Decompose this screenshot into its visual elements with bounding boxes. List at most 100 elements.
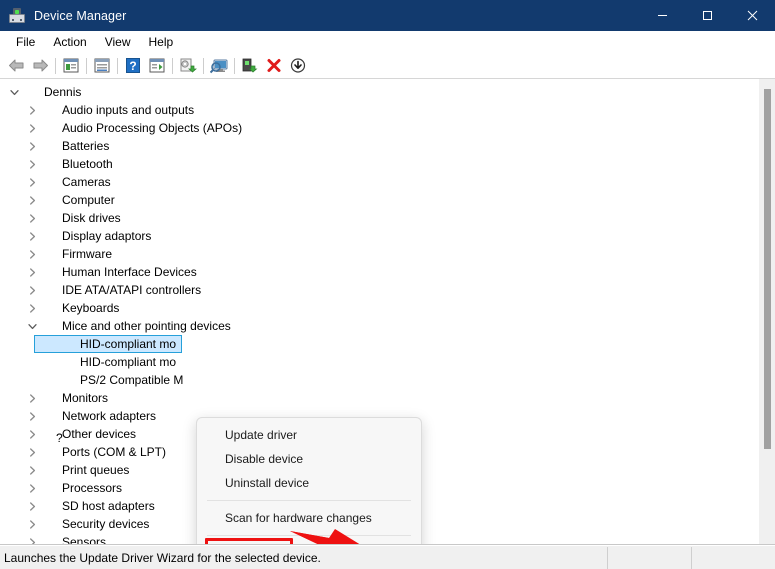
- security-device-icon: [40, 516, 56, 532]
- show-hide-action-pane-icon[interactable]: [145, 55, 169, 77]
- menu-file[interactable]: File: [7, 32, 44, 52]
- chevron-down-icon[interactable]: [6, 83, 22, 101]
- tree-leaf-spacer: [42, 335, 58, 353]
- chevron-right-icon[interactable]: [24, 425, 40, 443]
- svg-text:?: ?: [129, 59, 136, 73]
- hid-icon: [40, 264, 56, 280]
- processor-icon: [40, 480, 56, 496]
- status-divider: [691, 546, 692, 569]
- tree-item[interactable]: PS/2 Compatible M: [0, 371, 758, 389]
- menu-bar: File Action View Help: [0, 31, 775, 53]
- chevron-right-icon[interactable]: [24, 173, 40, 191]
- chevron-right-icon[interactable]: [24, 443, 40, 461]
- menu-view[interactable]: View: [96, 32, 140, 52]
- tree-item-selected[interactable]: HID-compliant mo: [0, 335, 758, 353]
- chevron-right-icon[interactable]: [24, 101, 40, 119]
- chevron-right-icon[interactable]: [24, 191, 40, 209]
- tree-item-label: Human Interface Devices: [62, 265, 197, 279]
- disk-drive-icon: [40, 210, 56, 226]
- tree-item-label: Disk drives: [62, 211, 121, 225]
- sensor-icon: [40, 534, 56, 544]
- tree-item[interactable]: Disk drives: [0, 209, 758, 227]
- tree-item-label: HID-compliant mo: [80, 337, 177, 351]
- chevron-down-icon[interactable]: [24, 317, 40, 335]
- tree-item[interactable]: Keyboards: [0, 299, 758, 317]
- tree-item[interactable]: Mice and other pointing devices: [0, 317, 758, 335]
- vertical-scrollbar[interactable]: [758, 79, 775, 544]
- menu-action[interactable]: Action: [44, 32, 95, 52]
- tree-leaf-spacer: [42, 371, 58, 389]
- display-adapter-icon: [40, 228, 56, 244]
- tree-item-label: Dennis: [44, 85, 82, 99]
- mouse-icon: [58, 354, 74, 370]
- scan-for-hardware-changes-icon[interactable]: [207, 55, 231, 77]
- keyboard-icon: [40, 300, 56, 316]
- show-hide-console-tree-icon[interactable]: [59, 55, 83, 77]
- tree-item[interactable]: Firmware: [0, 245, 758, 263]
- context-menu-separator: [207, 535, 411, 536]
- chevron-right-icon[interactable]: [24, 281, 40, 299]
- close-button[interactable]: [730, 0, 775, 31]
- context-menu[interactable]: Update driver Disable device Uninstall d…: [196, 417, 422, 544]
- tree-item[interactable]: Monitors: [0, 389, 758, 407]
- tree-item[interactable]: Audio inputs and outputs: [0, 101, 758, 119]
- context-menu-item-disable-device[interactable]: Disable device: [197, 447, 421, 471]
- tree-item-label: Display adaptors: [62, 229, 152, 243]
- bluetooth-icon: [40, 156, 56, 172]
- chevron-right-icon[interactable]: [24, 533, 40, 544]
- firmware-chip-icon: [40, 246, 56, 262]
- chevron-right-icon[interactable]: [24, 137, 40, 155]
- device-manager-window: Device Manager File Action View Help ? D…: [0, 0, 775, 569]
- chevron-right-icon[interactable]: [24, 461, 40, 479]
- computer-root-icon: [22, 84, 38, 100]
- properties-icon[interactable]: [90, 55, 114, 77]
- disable-device-icon[interactable]: [286, 55, 310, 77]
- tree-item[interactable]: Dennis: [0, 83, 758, 101]
- chevron-right-icon[interactable]: [24, 497, 40, 515]
- speaker-icon: [40, 102, 56, 118]
- tree-item[interactable]: HID-compliant mo: [0, 353, 758, 371]
- chevron-right-icon[interactable]: [24, 389, 40, 407]
- status-divider: [607, 546, 608, 569]
- tree-item-label: Cameras: [62, 175, 111, 189]
- toolbar-separator: [234, 57, 235, 74]
- chevron-right-icon[interactable]: [24, 299, 40, 317]
- context-menu-item-properties[interactable]: Properties: [197, 541, 421, 544]
- tree-item[interactable]: IDE ATA/ATAPI controllers: [0, 281, 758, 299]
- tree-item[interactable]: Audio Processing Objects (APOs): [0, 119, 758, 137]
- update-driver-icon[interactable]: [176, 55, 200, 77]
- enable-device-icon[interactable]: [238, 55, 262, 77]
- back-icon[interactable]: [4, 55, 28, 77]
- chevron-right-icon[interactable]: [24, 479, 40, 497]
- tree-item-label: SD host adapters: [62, 499, 155, 513]
- menu-help[interactable]: Help: [140, 32, 183, 52]
- chevron-right-icon[interactable]: [24, 227, 40, 245]
- window-title: Device Manager: [34, 8, 127, 23]
- speaker-icon: [40, 120, 56, 136]
- scrollbar-thumb[interactable]: [764, 89, 771, 449]
- chevron-right-icon[interactable]: [24, 245, 40, 263]
- tree-item[interactable]: Bluetooth: [0, 155, 758, 173]
- context-menu-item-scan-for-hardware-changes[interactable]: Scan for hardware changes: [197, 506, 421, 530]
- toolbar-separator: [117, 57, 118, 74]
- chevron-right-icon[interactable]: [24, 155, 40, 173]
- tree-item-label: Keyboards: [62, 301, 120, 315]
- chevron-right-icon[interactable]: [24, 515, 40, 533]
- tree-item[interactable]: Human Interface Devices: [0, 263, 758, 281]
- chevron-right-icon[interactable]: [24, 119, 40, 137]
- help-icon[interactable]: ?: [121, 55, 145, 77]
- context-menu-item-uninstall-device[interactable]: Uninstall device: [197, 471, 421, 495]
- tree-item[interactable]: Computer: [0, 191, 758, 209]
- chevron-right-icon[interactable]: [24, 209, 40, 227]
- tree-item[interactable]: Display adaptors: [0, 227, 758, 245]
- chevron-right-icon[interactable]: [24, 263, 40, 281]
- tree-item[interactable]: Batteries: [0, 137, 758, 155]
- maximize-button[interactable]: [685, 0, 730, 31]
- uninstall-device-icon[interactable]: [262, 55, 286, 77]
- forward-icon[interactable]: [28, 55, 52, 77]
- tree-item-label: Monitors: [62, 391, 109, 405]
- context-menu-item-update-driver[interactable]: Update driver: [197, 423, 421, 447]
- chevron-right-icon[interactable]: [24, 407, 40, 425]
- minimize-button[interactable]: [640, 0, 685, 31]
- tree-item[interactable]: Cameras: [0, 173, 758, 191]
